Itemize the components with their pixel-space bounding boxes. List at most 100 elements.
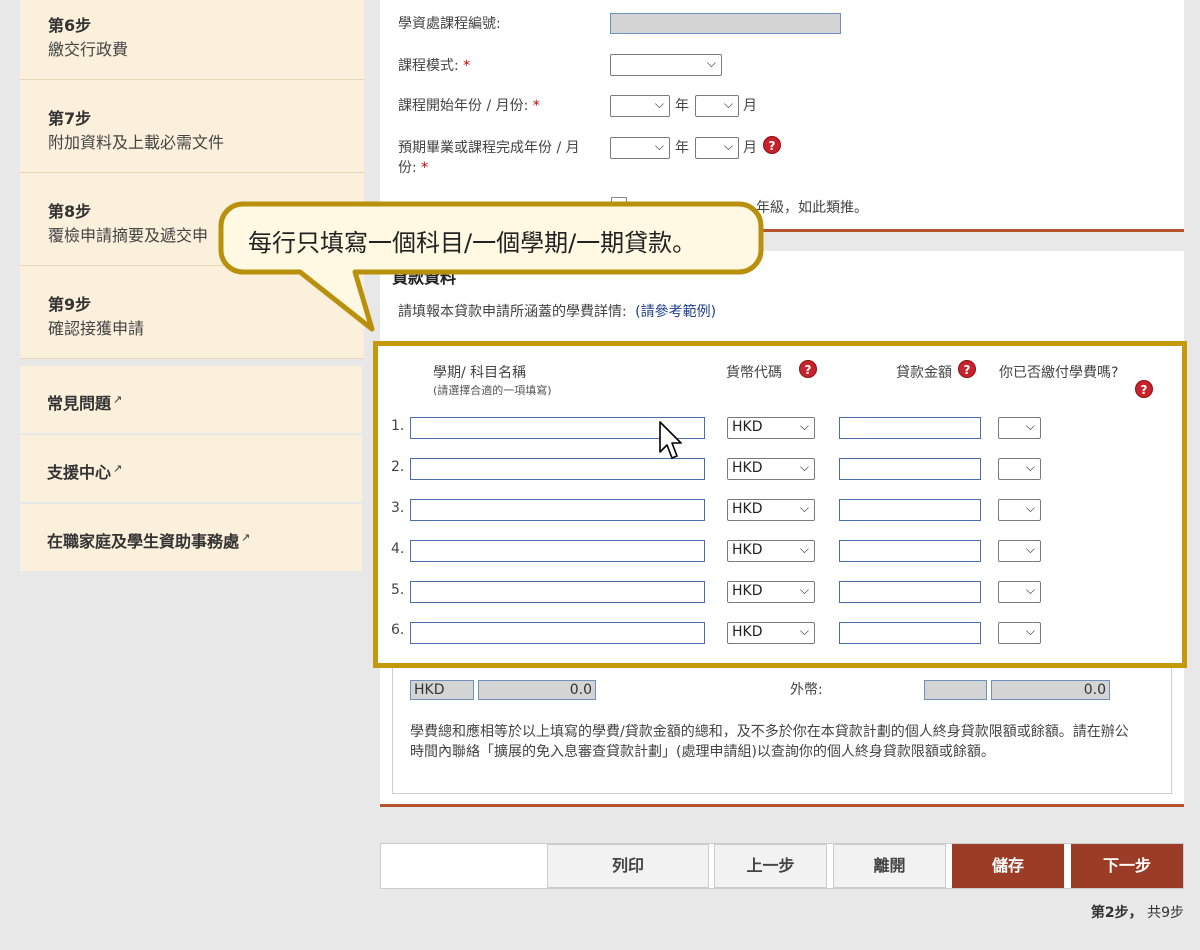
help-icon[interactable]: ? bbox=[958, 360, 976, 378]
help-icon[interactable]: ? bbox=[763, 136, 781, 154]
currency-select[interactable]: HKD ⌵ bbox=[727, 540, 815, 562]
loan-amount-input[interactable] bbox=[839, 540, 981, 562]
year-unit: 年 bbox=[675, 98, 689, 114]
currency-value: HKD bbox=[732, 583, 763, 599]
term-header-hint: (請選擇合適的一項填寫) bbox=[433, 384, 552, 397]
hkd-code-field: HKD bbox=[410, 680, 474, 700]
course-mode-select[interactable]: ⌵ bbox=[610, 54, 722, 76]
start-month-select[interactable]: ⌵ bbox=[695, 95, 739, 117]
foreign-total: 0.0 bbox=[1083, 682, 1106, 698]
chevron-down-icon: ⌵ bbox=[723, 139, 733, 153]
currency-select[interactable]: HKD ⌵ bbox=[727, 499, 815, 521]
foreign-total-field: 0.0 bbox=[991, 680, 1110, 700]
row-number: 1. bbox=[391, 418, 405, 434]
currency-value: HKD bbox=[732, 542, 763, 558]
course-start-label: 課程開始年份 / 月份: * bbox=[398, 96, 540, 116]
next-step-button[interactable]: 下一步 bbox=[1071, 844, 1183, 888]
loan-amount-input[interactable] bbox=[839, 581, 981, 603]
sidebar-step-6[interactable]: 第6步 繳交行政費 bbox=[20, 0, 364, 80]
chevron-down-icon: ⌵ bbox=[1025, 542, 1035, 556]
foreign-currency-label: 外幣: bbox=[790, 682, 823, 698]
currency-select[interactable]: HKD ⌵ bbox=[727, 458, 815, 480]
help-icon[interactable]: ? bbox=[1135, 380, 1153, 398]
help-icon[interactable]: ? bbox=[799, 360, 817, 378]
fee-paid-select[interactable]: ⌵ bbox=[998, 458, 1041, 480]
chevron-down-icon: ⌵ bbox=[799, 583, 809, 597]
chevron-down-icon: ⌵ bbox=[799, 419, 809, 433]
fee-paid-select[interactable]: ⌵ bbox=[998, 581, 1041, 603]
step-label: 附加資料及上載必需文件 bbox=[48, 133, 225, 152]
start-year-select[interactable]: ⌵ bbox=[610, 95, 670, 117]
external-link-icon: ↗ bbox=[241, 530, 251, 544]
save-button[interactable]: 儲存 bbox=[952, 844, 1064, 888]
fee-paid-select[interactable]: ⌵ bbox=[998, 622, 1041, 644]
foreign-code-field bbox=[924, 680, 987, 700]
loan-amount-input[interactable] bbox=[839, 458, 981, 480]
end-year-select[interactable]: ⌵ bbox=[610, 137, 670, 159]
chevron-down-icon: ⌵ bbox=[799, 501, 809, 515]
term-subject-input[interactable] bbox=[410, 540, 705, 562]
wfsfaa-link-label: 在職家庭及學生資助事務處 bbox=[47, 532, 240, 551]
row-number: 4. bbox=[391, 541, 405, 557]
term-subject-input[interactable] bbox=[410, 581, 705, 603]
year-unit: 年 bbox=[675, 140, 689, 156]
chevron-down-icon: ⌵ bbox=[1025, 501, 1035, 515]
amount-header: 貸款金額 bbox=[896, 365, 952, 381]
fee-paid-select[interactable]: ⌵ bbox=[998, 499, 1041, 521]
step-number: 第9步 bbox=[48, 295, 92, 314]
course-mode-label: 課程模式: * bbox=[398, 56, 470, 76]
leave-button[interactable]: 離開 bbox=[833, 844, 946, 888]
step-label: 確認接獲申請 bbox=[48, 319, 145, 338]
currency-select[interactable]: HKD ⌵ bbox=[727, 622, 815, 644]
course-end-text-2: 份: bbox=[398, 160, 417, 176]
required-mark: * bbox=[421, 160, 429, 176]
faq-link-label: 常見問題 bbox=[47, 394, 112, 413]
end-month-select[interactable]: ⌵ bbox=[695, 137, 739, 159]
currency-select[interactable]: HKD ⌵ bbox=[727, 581, 815, 603]
chevron-down-icon: ⌵ bbox=[1025, 419, 1035, 433]
course-end-text-1: 預期畢業或課程完成年份 / 月 bbox=[398, 140, 580, 156]
currency-header: 貨幣代碼 bbox=[726, 365, 782, 381]
highlighted-loan-table: 學期/ 科目名稱 (請選擇合適的一項填寫) 貨幣代碼 ? 貸款金額 ? 你已否繳… bbox=[373, 341, 1187, 668]
step-number: 第6步 bbox=[48, 16, 92, 35]
month-unit: 月 bbox=[743, 98, 757, 114]
previous-step-button[interactable]: 上一步 bbox=[714, 844, 827, 888]
term-subject-input[interactable] bbox=[410, 499, 705, 521]
external-link-icon: ↗ bbox=[113, 392, 123, 406]
support-link-label: 支援中心 bbox=[47, 463, 112, 482]
required-mark: * bbox=[463, 58, 471, 74]
month-unit: 月 bbox=[743, 140, 757, 156]
loan-amount-input[interactable] bbox=[839, 622, 981, 644]
step-label: 繳交行政費 bbox=[48, 40, 129, 59]
row-number: 5. bbox=[391, 582, 405, 598]
required-mark: * bbox=[532, 98, 540, 114]
chevron-down-icon: ⌵ bbox=[799, 542, 809, 556]
row-number: 2. bbox=[391, 459, 405, 475]
print-button[interactable]: 列印 bbox=[547, 844, 709, 888]
course-end-label: 預期畢業或課程完成年份 / 月份: * bbox=[398, 138, 608, 178]
loan-amount-input[interactable] bbox=[839, 417, 981, 439]
sidebar-step-7[interactable]: 第7步 附加資料及上載必需文件 bbox=[20, 80, 364, 173]
chevron-down-icon: ⌵ bbox=[654, 97, 664, 111]
chevron-down-icon: ⌵ bbox=[706, 56, 716, 70]
currency-select[interactable]: HKD ⌵ bbox=[727, 417, 815, 439]
chevron-down-icon: ⌵ bbox=[799, 624, 809, 638]
paid-header: 你已否繳付學費嗎? bbox=[999, 365, 1119, 381]
currency-value: HKD bbox=[732, 419, 763, 435]
faq-link[interactable]: 常見問題 ↗ bbox=[20, 366, 362, 434]
term-subject-input[interactable] bbox=[410, 622, 705, 644]
support-center-link[interactable]: 支援中心 ↗ bbox=[20, 435, 362, 503]
step-number: 第8步 bbox=[48, 202, 92, 221]
tooltip-text: 每行只填寫一個科目/一個學期/一期貸款。 bbox=[248, 229, 697, 257]
loan-amount-input[interactable] bbox=[839, 499, 981, 521]
chevron-down-icon: ⌵ bbox=[799, 460, 809, 474]
hkd-code: HKD bbox=[414, 682, 445, 698]
wfsfaa-link[interactable]: 在職家庭及學生資助事務處 ↗ bbox=[20, 504, 362, 572]
course-start-text: 課程開始年份 / 月份: bbox=[398, 98, 529, 114]
course-number-field bbox=[610, 13, 841, 34]
chevron-down-icon: ⌵ bbox=[1025, 583, 1035, 597]
row-number: 3. bbox=[391, 500, 405, 516]
fee-paid-select[interactable]: ⌵ bbox=[998, 540, 1041, 562]
fee-paid-select[interactable]: ⌵ bbox=[998, 417, 1041, 439]
chevron-down-icon: ⌵ bbox=[654, 139, 664, 153]
